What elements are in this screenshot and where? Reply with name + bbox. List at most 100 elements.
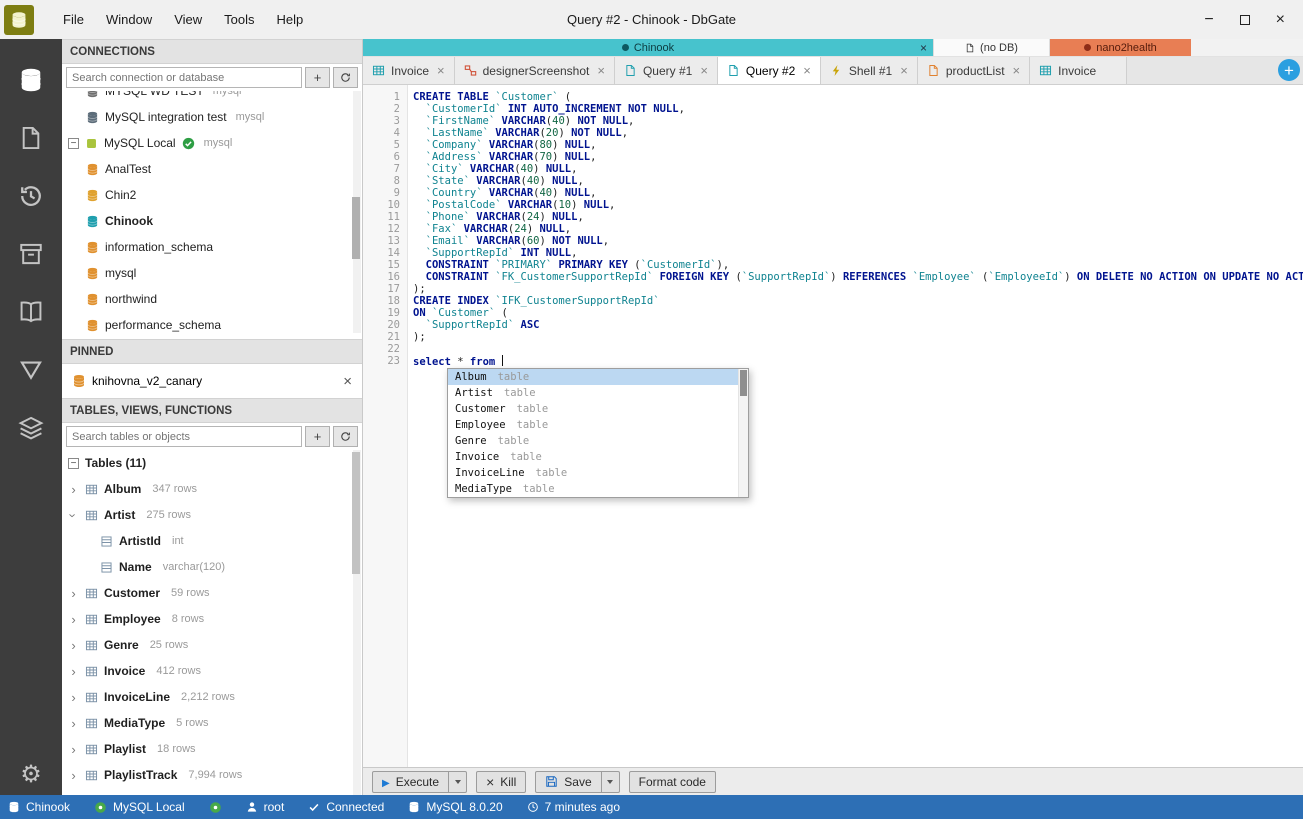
column-tree-item[interactable]: Name varchar(120): [62, 554, 362, 580]
chevron-right-icon[interactable]: [68, 717, 79, 730]
menu-view[interactable]: View: [163, 0, 213, 39]
chevron-right-icon[interactable]: [68, 483, 79, 496]
autocomplete-item[interactable]: Album table: [448, 369, 748, 385]
collapse-box-icon[interactable]: [68, 137, 79, 149]
tab-shell-1[interactable]: Shell #1: [820, 57, 918, 84]
chevron-right-icon[interactable]: [68, 639, 79, 652]
connections-scrollbar-thumb[interactable]: [352, 197, 360, 259]
add-table-button[interactable]: [305, 426, 330, 447]
menu-help[interactable]: Help: [266, 0, 315, 39]
database-tree-item[interactable]: AnalTest: [62, 156, 362, 182]
tables-root-item[interactable]: Tables (11): [62, 450, 362, 476]
table-tree-item[interactable]: Customer 59 rows: [62, 580, 362, 606]
sidebar-plugins-button[interactable]: [0, 399, 62, 457]
autocomplete-item[interactable]: MediaType table: [448, 481, 748, 497]
format-code-button[interactable]: Format code: [628, 770, 716, 793]
close-group-icon[interactable]: [920, 42, 927, 54]
autocomplete-item[interactable]: InvoiceLine table: [448, 465, 748, 481]
pinned-item[interactable]: knihovna_v2_canary: [62, 364, 362, 398]
refresh-connections-button[interactable]: [333, 67, 358, 88]
collapse-box-icon[interactable]: [68, 457, 79, 469]
maximize-icon[interactable]: [1239, 14, 1250, 25]
autocomplete-item[interactable]: Artist table: [448, 385, 748, 401]
unpin-close-icon[interactable]: [343, 373, 352, 390]
new-tab-button[interactable]: [1278, 59, 1300, 81]
tables-search-input[interactable]: [66, 426, 302, 447]
database-tree-item[interactable]: Chin2: [62, 182, 362, 208]
table-tree-item[interactable]: InvoiceLine 2,212 rows: [62, 684, 362, 710]
chevron-right-icon[interactable]: [68, 691, 79, 704]
table-tree-item[interactable]: Invoice 412 rows: [62, 658, 362, 684]
menu-tools[interactable]: Tools: [213, 0, 265, 39]
chevron-right-icon[interactable]: [68, 769, 79, 782]
table-tree-item[interactable]: Genre 25 rows: [62, 632, 362, 658]
connection-tree-item[interactable]: MYSQL WD TEST mysql: [62, 91, 362, 104]
tab-query-2[interactable]: Query #2: [717, 57, 821, 84]
close-tab-icon[interactable]: [900, 63, 908, 78]
table-tree-item[interactable]: PlaylistTrack 7,994 rows: [62, 762, 362, 788]
execute-dropdown-button[interactable]: [448, 771, 466, 792]
connections-scrollbar[interactable]: [352, 91, 361, 333]
tab-query-1[interactable]: Query #1: [614, 57, 718, 84]
tab-invoice[interactable]: Invoice: [363, 57, 455, 84]
table-tree-item[interactable]: MediaType 5 rows: [62, 710, 362, 736]
menu-file[interactable]: File: [52, 0, 95, 39]
chevron-down-icon[interactable]: [68, 509, 79, 522]
connection-tree-item[interactable]: MySQL Local mysql: [62, 130, 362, 156]
sidebar-archive-button[interactable]: [0, 225, 62, 283]
status-last-used-item[interactable]: 7 minutes ago: [515, 795, 632, 819]
chevron-right-icon[interactable]: [68, 743, 79, 756]
tab-group-0[interactable]: Chinook: [363, 39, 933, 56]
chevron-right-icon[interactable]: [68, 587, 79, 600]
tab-group-2[interactable]: nano2health: [1050, 39, 1191, 56]
tab-designerscreenshot[interactable]: designerScreenshot: [454, 57, 615, 84]
close-tab-icon[interactable]: [1013, 63, 1021, 78]
execute-button[interactable]: Execute: [373, 772, 448, 792]
settings-gear-icon[interactable]: [20, 763, 42, 787]
table-tree-item[interactable]: Artist 275 rows: [62, 502, 362, 528]
autocomplete-item[interactable]: Employee table: [448, 417, 748, 433]
tables-scrollbar[interactable]: [352, 450, 361, 795]
sidebar-history-button[interactable]: [0, 167, 62, 225]
connections-search-input[interactable]: [66, 67, 302, 88]
save-button[interactable]: Save: [536, 772, 600, 792]
close-icon[interactable]: ×: [1276, 11, 1285, 28]
database-tree-item[interactable]: Chinook: [62, 208, 362, 234]
tab-invoice[interactable]: Invoice: [1030, 57, 1128, 84]
close-tab-icon[interactable]: [803, 63, 811, 78]
database-tree-item[interactable]: northwind: [62, 286, 362, 312]
connection-tree-item[interactable]: MySQL integration test mysql: [62, 104, 362, 130]
tables-scrollbar-thumb[interactable]: [352, 452, 360, 574]
status-online-dot-item[interactable]: [197, 795, 234, 819]
status-database-item[interactable]: Chinook: [0, 795, 82, 819]
close-tab-icon[interactable]: [437, 63, 445, 78]
tab-group-1[interactable]: (no DB): [933, 39, 1050, 56]
close-tab-icon[interactable]: [700, 63, 708, 78]
close-tab-icon[interactable]: [597, 63, 605, 78]
sidebar-docs-button[interactable]: [0, 283, 62, 341]
table-tree-item[interactable]: Album 347 rows: [62, 476, 362, 502]
database-tree-item[interactable]: information_schema: [62, 234, 362, 260]
sidebar-files-button[interactable]: [0, 109, 62, 167]
autocomplete-item[interactable]: Invoice table: [448, 449, 748, 465]
chevron-right-icon[interactable]: [68, 665, 79, 678]
sidebar-query-designer-button[interactable]: [0, 341, 62, 399]
add-connection-button[interactable]: [305, 67, 330, 88]
sidebar-connections-button[interactable]: [0, 51, 62, 109]
table-tree-item[interactable]: Employee 8 rows: [62, 606, 362, 632]
status-connection-item[interactable]: MySQL Local: [82, 795, 197, 819]
status-user-item[interactable]: root: [234, 795, 297, 819]
save-dropdown-button[interactable]: [600, 771, 619, 792]
database-tree-item[interactable]: performance_schema: [62, 312, 362, 333]
autocomplete-item[interactable]: Customer table: [448, 401, 748, 417]
autocomplete-scrollbar[interactable]: [738, 369, 748, 497]
autocomplete-scrollbar-thumb[interactable]: [740, 370, 747, 396]
database-tree-item[interactable]: mysql: [62, 260, 362, 286]
autocomplete-item[interactable]: Genre table: [448, 433, 748, 449]
column-tree-item[interactable]: ArtistId int: [62, 528, 362, 554]
refresh-tables-button[interactable]: [333, 426, 358, 447]
table-tree-item[interactable]: Playlist 18 rows: [62, 736, 362, 762]
tab-productlist[interactable]: productList: [917, 57, 1031, 84]
chevron-right-icon[interactable]: [68, 613, 79, 626]
kill-button[interactable]: Kill: [476, 770, 527, 793]
